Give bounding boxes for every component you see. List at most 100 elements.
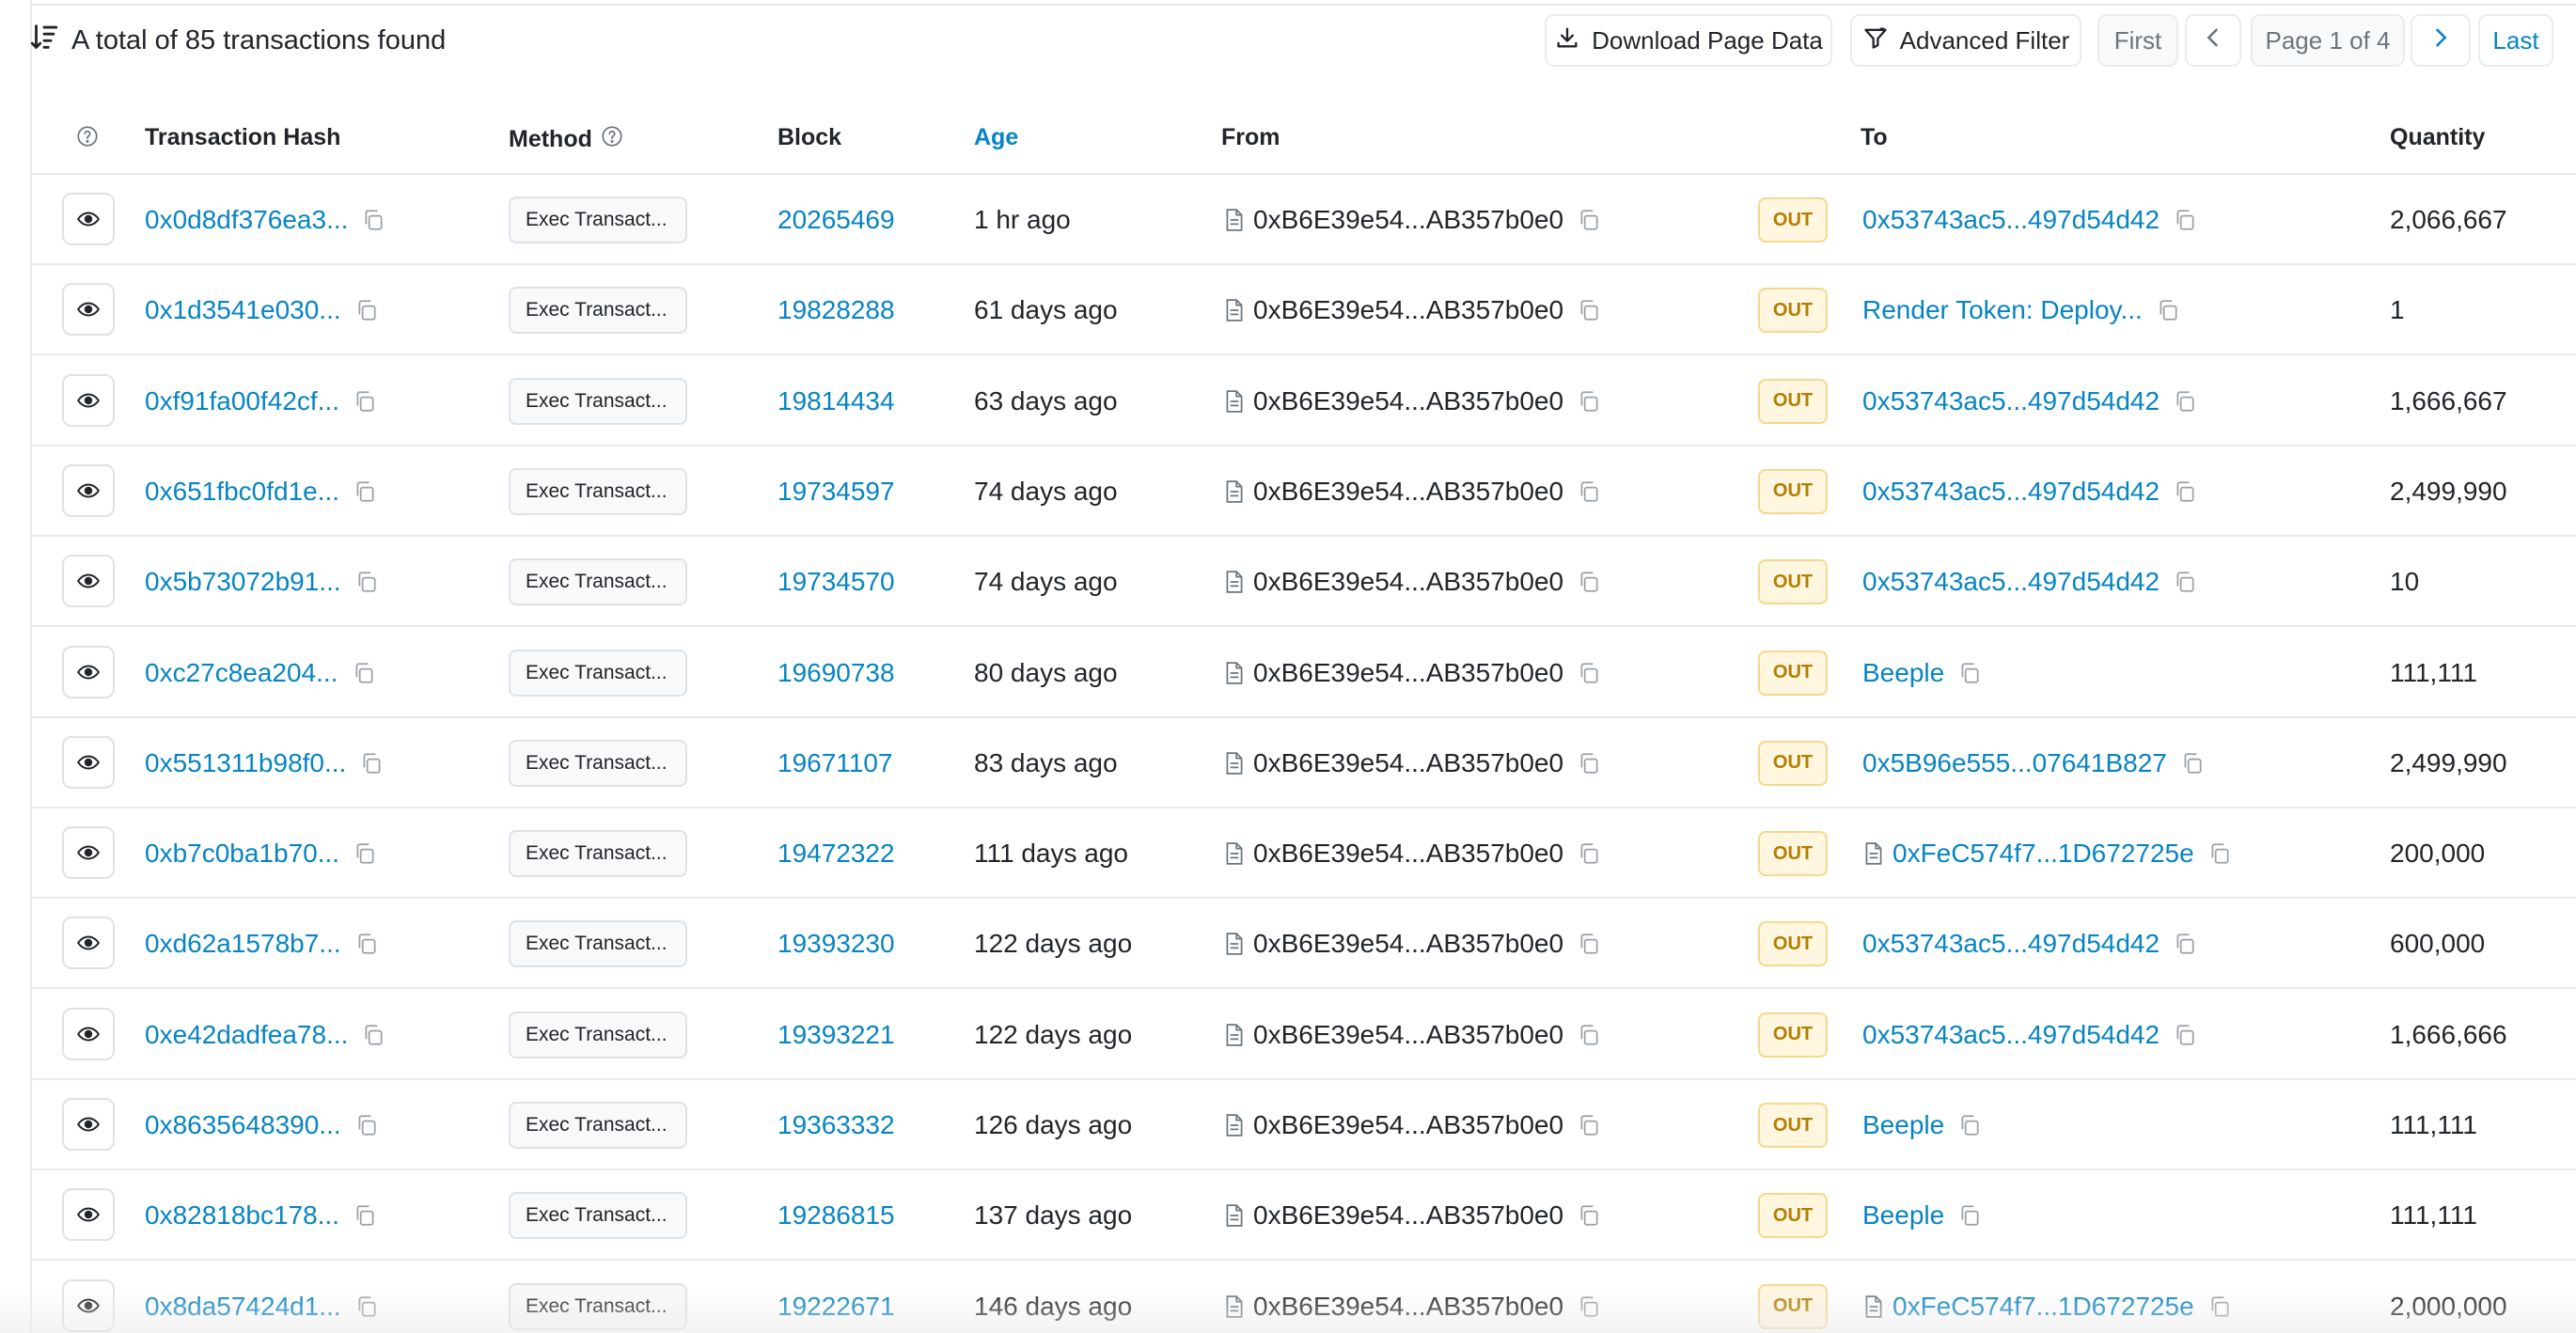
copy-icon[interactable] [1577, 298, 1601, 322]
block-link[interactable]: 19690738 [778, 658, 895, 688]
to-address-link[interactable]: 0x53743ac5...497d54d42 [1862, 567, 2160, 597]
view-details-button[interactable] [62, 735, 115, 789]
copy-icon[interactable] [1577, 1294, 1601, 1319]
view-details-button[interactable] [62, 645, 115, 698]
view-details-button[interactable] [62, 373, 115, 427]
block-link[interactable]: 19472322 [778, 839, 895, 869]
copy-icon[interactable] [2173, 479, 2197, 504]
column-age[interactable]: Age [974, 124, 1018, 151]
transaction-hash-link[interactable]: 0x0d8df376ea3... [145, 205, 348, 235]
block-link[interactable]: 19393221 [778, 1020, 895, 1050]
help-icon[interactable] [75, 124, 100, 149]
copy-icon[interactable] [359, 751, 384, 776]
copy-icon[interactable] [361, 208, 385, 232]
copy-icon[interactable] [1577, 751, 1601, 776]
copy-icon[interactable] [2180, 751, 2205, 776]
block-link[interactable]: 20265469 [778, 205, 895, 235]
view-details-button[interactable] [62, 193, 115, 245]
copy-icon[interactable] [1577, 1113, 1601, 1137]
to-address-link[interactable]: Beeple [1862, 658, 1944, 688]
transaction-hash-link[interactable]: 0x5b73072b91... [145, 567, 341, 597]
copy-icon[interactable] [354, 1294, 379, 1319]
copy-icon[interactable] [2173, 570, 2197, 594]
copy-icon[interactable] [1957, 1203, 1982, 1228]
block-link[interactable]: 19734570 [778, 567, 895, 597]
to-address-link[interactable]: Beeple [1862, 1110, 1944, 1140]
block-link[interactable]: 19734597 [778, 477, 895, 507]
block-link[interactable]: 19671107 [778, 748, 893, 778]
view-details-button[interactable] [62, 283, 115, 337]
copy-icon[interactable] [2207, 841, 2232, 866]
to-address-link[interactable]: Beeple [1862, 1200, 1944, 1231]
view-details-button[interactable] [62, 917, 115, 970]
copy-icon[interactable] [1577, 1203, 1601, 1228]
copy-icon[interactable] [2173, 389, 2197, 414]
to-address-link[interactable]: 0x53743ac5...497d54d42 [1862, 205, 2160, 235]
method-info-icon[interactable] [600, 124, 624, 155]
copy-icon[interactable] [1577, 208, 1601, 232]
block-link[interactable]: 19393230 [778, 929, 895, 959]
block-link[interactable]: 19828288 [778, 295, 895, 325]
copy-icon[interactable] [1957, 1113, 1982, 1137]
block-link[interactable]: 19222671 [778, 1292, 895, 1322]
to-address-link[interactable]: 0xFeC574f7...1D672725e [1893, 1292, 2194, 1322]
to-address-link[interactable]: 0xFeC574f7...1D672725e [1893, 839, 2194, 869]
to-address-link[interactable]: 0x53743ac5...497d54d42 [1862, 386, 2160, 416]
transaction-hash-link[interactable]: 0xf91fa00f42cf... [145, 386, 339, 416]
transaction-hash-link[interactable]: 0x651fbc0fd1e... [145, 477, 339, 507]
to-address-link[interactable]: 0x53743ac5...497d54d42 [1862, 929, 2160, 959]
copy-icon[interactable] [1577, 841, 1601, 866]
transaction-hash-link[interactable]: 0x551311b98f0... [145, 748, 346, 778]
copy-icon[interactable] [1577, 932, 1601, 956]
sort-icon[interactable] [28, 21, 60, 60]
transaction-hash-link[interactable]: 0x82818bc178... [145, 1200, 339, 1231]
copy-icon[interactable] [2173, 208, 2197, 232]
view-details-button[interactable] [62, 826, 115, 880]
copy-icon[interactable] [2207, 1294, 2232, 1319]
copy-icon[interactable] [1577, 479, 1601, 504]
copy-icon[interactable] [353, 479, 377, 504]
copy-icon[interactable] [1577, 389, 1601, 414]
copy-icon[interactable] [353, 389, 377, 414]
transaction-hash-link[interactable]: 0x1d3541e030... [145, 295, 341, 325]
transaction-hash-link[interactable]: 0x8635648390... [145, 1110, 341, 1140]
to-address-link[interactable]: 0x53743ac5...497d54d42 [1862, 1020, 2160, 1050]
to-address-link[interactable]: Render Token: Deploy... [1862, 295, 2143, 325]
transaction-hash-link[interactable]: 0xb7c0ba1b70... [145, 839, 339, 869]
view-details-button[interactable] [62, 1278, 115, 1332]
to-address-link[interactable]: 0x53743ac5...497d54d42 [1862, 477, 2160, 507]
transaction-hash-link[interactable]: 0xd62a1578b7... [145, 929, 341, 959]
copy-icon[interactable] [2173, 1023, 2197, 1047]
first-page-button[interactable]: First [2097, 14, 2178, 67]
copy-icon[interactable] [353, 841, 377, 866]
transaction-hash-link[interactable]: 0x8da57424d1... [145, 1292, 341, 1322]
download-page-data-button[interactable]: Download Page Data [1545, 14, 1832, 67]
copy-icon[interactable] [1957, 661, 1982, 685]
view-details-button[interactable] [62, 463, 115, 517]
copy-icon[interactable] [361, 1023, 385, 1047]
last-page-button[interactable]: Last [2478, 14, 2553, 67]
previous-page-button[interactable] [2185, 14, 2241, 67]
block-link[interactable]: 19363332 [778, 1110, 895, 1140]
transaction-hash-link[interactable]: 0xe42dadfea78... [145, 1020, 348, 1050]
copy-icon[interactable] [354, 932, 379, 956]
copy-icon[interactable] [2156, 298, 2180, 322]
view-details-button[interactable] [62, 1098, 115, 1151]
block-link[interactable]: 19814434 [778, 386, 895, 416]
advanced-filter-button[interactable]: Advanced Filter [1850, 14, 2081, 67]
view-details-button[interactable] [62, 1188, 115, 1242]
copy-icon[interactable] [353, 1203, 377, 1228]
to-address-link[interactable]: 0x5B96e555...07641B827 [1862, 748, 2167, 778]
view-details-button[interactable] [62, 555, 115, 608]
block-link[interactable]: 19286815 [778, 1200, 895, 1231]
copy-icon[interactable] [1577, 570, 1601, 594]
transaction-hash-link[interactable]: 0xc27c8ea204... [145, 658, 338, 688]
copy-icon[interactable] [354, 298, 379, 322]
next-page-button[interactable] [2411, 14, 2471, 67]
view-details-button[interactable] [62, 1007, 115, 1060]
copy-icon[interactable] [352, 661, 376, 685]
copy-icon[interactable] [354, 570, 379, 594]
copy-icon[interactable] [1577, 1023, 1601, 1047]
copy-icon[interactable] [354, 1113, 379, 1137]
copy-icon[interactable] [1577, 661, 1601, 685]
